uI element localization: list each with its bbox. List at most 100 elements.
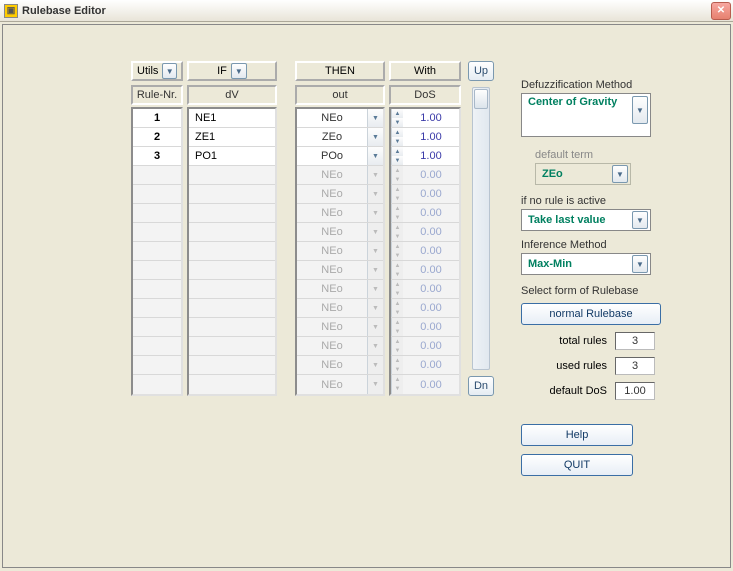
chevron-down-icon: ▼ xyxy=(632,255,648,273)
table-row: ▲▼1.00 xyxy=(391,109,459,128)
dos-cell: 0.00 xyxy=(403,337,459,355)
help-button[interactable]: Help xyxy=(521,424,633,446)
table-row: NEo▼ xyxy=(297,109,383,128)
dos-spinner: ▲▼ xyxy=(391,299,403,317)
table-row: ▲▼0.00 xyxy=(391,166,459,185)
dos-spinner[interactable]: ▲▼ xyxy=(391,147,403,165)
out-cell[interactable]: ZEo xyxy=(297,128,367,146)
titlebar: ▣ Rulebase Editor ✕ xyxy=(0,0,733,22)
chevron-down-icon: ▼ xyxy=(367,337,383,355)
spin-up-icon[interactable]: ▲ xyxy=(392,109,403,118)
default-dos-row: default DoS 1.00 xyxy=(521,382,711,400)
table-row xyxy=(189,337,275,356)
utils-label: Utils xyxy=(137,65,158,77)
out-cell[interactable]: NEo xyxy=(297,109,367,127)
chevron-down-icon[interactable]: ▼ xyxy=(367,128,383,146)
with-label: With xyxy=(414,65,436,77)
chevron-down-icon: ▼ xyxy=(367,242,383,260)
table-row xyxy=(133,223,181,242)
if-no-rule-select[interactable]: Take last value ▼ xyxy=(521,209,651,231)
chevron-down-icon: ▼ xyxy=(367,356,383,374)
chevron-down-icon: ▼ xyxy=(162,63,177,79)
dv-cell xyxy=(189,242,275,260)
table-row: ▲▼1.00 xyxy=(391,128,459,147)
defuzz-select[interactable]: Center of Gravity ▼ xyxy=(521,93,651,137)
default-term-select[interactable]: ZEo ▼ xyxy=(535,163,631,185)
scroll-thumb[interactable] xyxy=(474,89,488,109)
dv-cell[interactable]: NE1 xyxy=(189,109,275,127)
spin-up-icon[interactable]: ▲ xyxy=(392,128,403,137)
dos-cell: 0.00 xyxy=(403,223,459,241)
dos-cell: 0.00 xyxy=(403,166,459,184)
out-cell: NEo xyxy=(297,375,367,394)
spin-down-icon: ▼ xyxy=(392,346,403,355)
chevron-down-icon: ▼ xyxy=(612,165,628,183)
spin-down-icon[interactable]: ▼ xyxy=(392,118,403,127)
table-row: ▲▼0.00 xyxy=(391,242,459,261)
dos-spinner: ▲▼ xyxy=(391,280,403,298)
chevron-down-icon[interactable]: ▼ xyxy=(367,147,383,165)
if-no-rule-value: Take last value xyxy=(528,214,605,226)
table-row xyxy=(133,185,181,204)
dos-spinner: ▲▼ xyxy=(391,375,403,394)
select-form-label: Select form of Rulebase xyxy=(521,285,711,297)
default-term-value: ZEo xyxy=(542,168,563,180)
used-rules-row: used rules 3 xyxy=(521,357,711,375)
dos-cell: 0.00 xyxy=(403,375,459,394)
dv-cell xyxy=(189,204,275,222)
dos-spinner[interactable]: ▲▼ xyxy=(391,128,403,146)
table-row: NEo▼ xyxy=(297,223,383,242)
table-row: ▲▼0.00 xyxy=(391,356,459,375)
normal-rulebase-button[interactable]: normal Rulebase xyxy=(521,303,661,325)
spin-down-icon[interactable]: ▼ xyxy=(392,137,403,146)
rule-nr-cell: 2 xyxy=(133,128,181,146)
col-dos: With DoS ▲▼1.00▲▼1.00▲▼1.00▲▼0.00▲▼0.00▲… xyxy=(389,61,461,396)
dos-cell: 0.00 xyxy=(403,299,459,317)
rule-nr-cell xyxy=(133,261,181,279)
table-row: ▲▼0.00 xyxy=(391,185,459,204)
default-dos-label: default DoS xyxy=(539,385,607,397)
table-row xyxy=(189,223,275,242)
dv-cell[interactable]: ZE1 xyxy=(189,128,275,146)
header-dos: DoS xyxy=(389,85,461,105)
chevron-down-icon: ▼ xyxy=(367,185,383,203)
spin-down-icon: ▼ xyxy=(392,327,403,336)
dos-spinner[interactable]: ▲▼ xyxy=(391,109,403,127)
dn-button[interactable]: Dn xyxy=(468,376,494,396)
up-button[interactable]: Up xyxy=(468,61,494,81)
spin-up-icon[interactable]: ▲ xyxy=(392,147,403,156)
row-scrollbar[interactable] xyxy=(472,87,490,370)
with-header: With xyxy=(389,61,461,81)
utils-dropdown[interactable]: Utils ▼ xyxy=(131,61,183,81)
table-row xyxy=(189,185,275,204)
used-rules-value: 3 xyxy=(615,357,655,375)
out-cell: NEo xyxy=(297,204,367,222)
dos-spinner: ▲▼ xyxy=(391,185,403,203)
out-cell: NEo xyxy=(297,223,367,241)
dos-cell: 0.00 xyxy=(403,185,459,203)
dv-cell[interactable]: PO1 xyxy=(189,147,275,165)
spin-down-icon: ▼ xyxy=(392,385,403,395)
chevron-down-icon[interactable]: ▼ xyxy=(367,109,383,127)
quit-button[interactable]: QUIT xyxy=(521,454,633,476)
table-row xyxy=(133,337,181,356)
rule-nr-cell xyxy=(133,299,181,317)
chevron-down-icon: ▼ xyxy=(367,299,383,317)
spin-down-icon[interactable]: ▼ xyxy=(392,156,403,165)
rule-nr-cell xyxy=(133,223,181,241)
dos-cell: 0.00 xyxy=(403,318,459,336)
dos-cell[interactable]: 1.00 xyxy=(403,128,459,146)
close-button[interactable]: ✕ xyxy=(711,2,731,20)
dos-cell[interactable]: 1.00 xyxy=(403,147,459,165)
default-dos-value[interactable]: 1.00 xyxy=(615,382,655,400)
table-row: ▲▼0.00 xyxy=(391,299,459,318)
inference-select[interactable]: Max-Min ▼ xyxy=(521,253,651,275)
if-dropdown[interactable]: IF ▼ xyxy=(187,61,277,81)
out-cell[interactable]: POo xyxy=(297,147,367,165)
table-row: POo▼ xyxy=(297,147,383,166)
table-row: NEo▼ xyxy=(297,337,383,356)
chevron-down-icon: ▼ xyxy=(632,211,648,229)
dos-cell[interactable]: 1.00 xyxy=(403,109,459,127)
table-row: ZEo▼ xyxy=(297,128,383,147)
then-header: THEN xyxy=(295,61,385,81)
